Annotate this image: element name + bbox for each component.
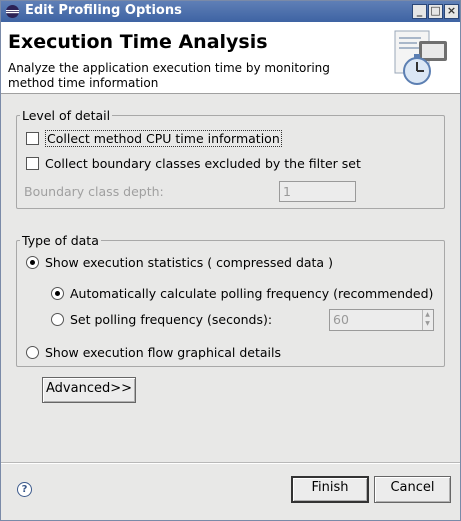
cancel-button[interactable]: Cancel [374,476,451,503]
profiling-stopwatch-icon [394,30,447,85]
title-bar[interactable]: Edit Profiling Options _ □ × [1,1,460,22]
show-stats-radio[interactable] [26,256,39,269]
collect-cpu-label[interactable]: Collect method CPU time information [45,130,282,147]
show-flow-label[interactable]: Show execution flow graphical details [45,345,281,360]
maximize-button[interactable]: □ [428,4,443,19]
collect-boundary-checkbox[interactable] [26,157,39,170]
boundary-depth-label: Boundary class depth: [24,184,164,199]
spinner-up-icon[interactable]: ▲ [423,310,432,319]
show-flow-radio[interactable] [26,346,39,359]
dialog-window: Edit Profiling Options _ □ × Execution T… [0,0,461,521]
collect-cpu-checkbox[interactable] [26,132,39,145]
collect-boundary-label[interactable]: Collect boundary classes excluded by the… [45,156,361,171]
wizard-header: Execution Time Analysis Analyze the appl… [1,22,460,94]
page-title: Execution Time Analysis [8,31,268,53]
set-polling-label[interactable]: Set polling frequency (seconds): [70,312,272,327]
advanced-button[interactable]: Advanced>> [42,377,136,403]
set-polling-radio[interactable] [51,313,64,326]
minimize-button[interactable]: _ [412,4,427,19]
polling-frequency-spinner[interactable]: 60 [329,309,434,331]
polling-frequency-value: 60 [333,312,349,327]
boundary-depth-input[interactable]: 1 [279,181,356,202]
bottom-divider-highlight [1,463,460,464]
polling-spinner-arrows[interactable]: ▲ ▼ [422,310,432,330]
window-title: Edit Profiling Options [25,3,182,18]
auto-polling-radio[interactable] [51,287,64,300]
spinner-down-icon[interactable]: ▼ [423,319,432,328]
eclipse-icon [6,5,19,18]
close-button[interactable]: × [444,4,459,19]
page-description: Analyze the application execution time b… [8,61,330,90]
show-stats-label[interactable]: Show execution statistics ( compressed d… [45,255,333,270]
type-of-data-label: Type of data [20,233,101,248]
auto-polling-label[interactable]: Automatically calculate polling frequenc… [70,286,433,301]
level-of-detail-label: Level of detail [20,108,113,123]
help-icon[interactable]: ? [17,482,32,497]
finish-button[interactable]: Finish [291,476,369,503]
